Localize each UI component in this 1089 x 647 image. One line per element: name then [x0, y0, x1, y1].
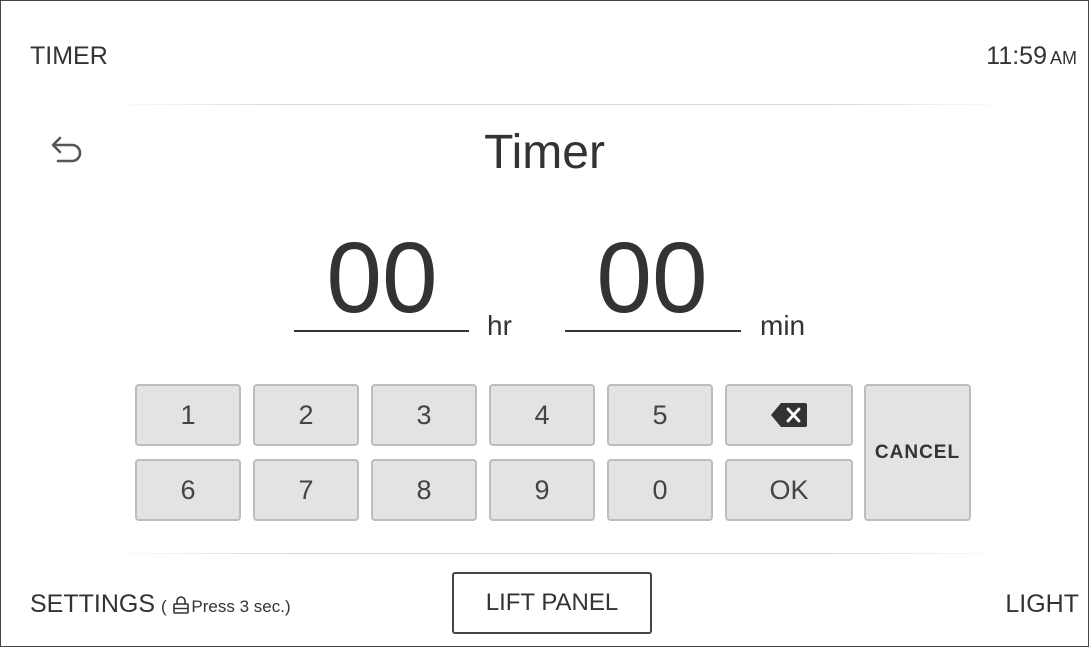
backspace-icon [771, 403, 807, 427]
minutes-value: 00 [596, 222, 708, 334]
hours-unit: hr [487, 310, 512, 341]
minutes-underline [565, 330, 741, 332]
clock-ampm: AM [1050, 48, 1077, 68]
key-0[interactable]: 0 [607, 459, 713, 521]
key-2[interactable]: 2 [253, 384, 359, 446]
key-9[interactable]: 9 [489, 459, 595, 521]
cancel-button[interactable]: CANCEL [864, 384, 971, 521]
bottom-divider [105, 553, 1010, 554]
clock: 11:59 AM [986, 42, 1077, 71]
minutes-field[interactable]: 00 [566, 228, 738, 328]
lock-icon [173, 596, 190, 614]
key-8[interactable]: 8 [371, 459, 477, 521]
key-4[interactable]: 4 [489, 384, 595, 446]
hours-field[interactable]: 00 [296, 228, 468, 328]
oven-display-frame [0, 0, 1089, 647]
hours-value: 00 [326, 222, 438, 334]
key-5[interactable]: 5 [607, 384, 713, 446]
key-6[interactable]: 6 [135, 459, 241, 521]
settings-hint-paren: ( [161, 597, 167, 616]
light-button[interactable]: LIGHT [1005, 590, 1079, 619]
key-3[interactable]: 3 [371, 384, 477, 446]
ok-button[interactable]: OK [725, 459, 853, 521]
top-divider [105, 104, 1010, 105]
section-label: TIMER [30, 42, 108, 70]
key-1[interactable]: 1 [135, 384, 241, 446]
settings-button[interactable]: SETTINGS( Press 3 sec.) [30, 590, 291, 619]
settings-hint-text: Press 3 sec.) [191, 597, 291, 616]
screen-title: Timer [484, 126, 605, 179]
clock-time: 11:59 [986, 42, 1047, 70]
settings-label: SETTINGS [30, 590, 156, 618]
hours-underline [294, 330, 469, 332]
key-7[interactable]: 7 [253, 459, 359, 521]
backspace-button[interactable] [725, 384, 853, 446]
minutes-unit: min [760, 310, 806, 341]
settings-hint: ( Press 3 sec.) [161, 596, 291, 616]
lift-panel-button[interactable]: LIFT PANEL [452, 572, 652, 634]
